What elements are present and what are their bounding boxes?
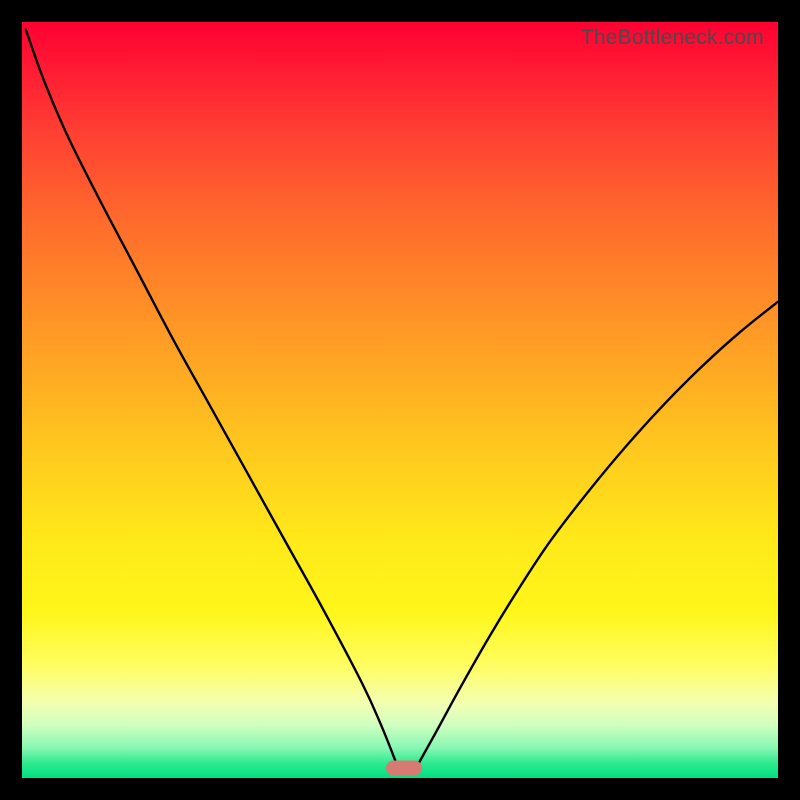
plot-area: TheBottleneck.com — [22, 22, 778, 778]
curve-right-path — [419, 302, 778, 763]
bottleneck-curve — [22, 22, 778, 778]
curve-left-path — [26, 30, 396, 763]
chart-frame: TheBottleneck.com — [0, 0, 800, 800]
optimum-marker — [386, 761, 422, 776]
